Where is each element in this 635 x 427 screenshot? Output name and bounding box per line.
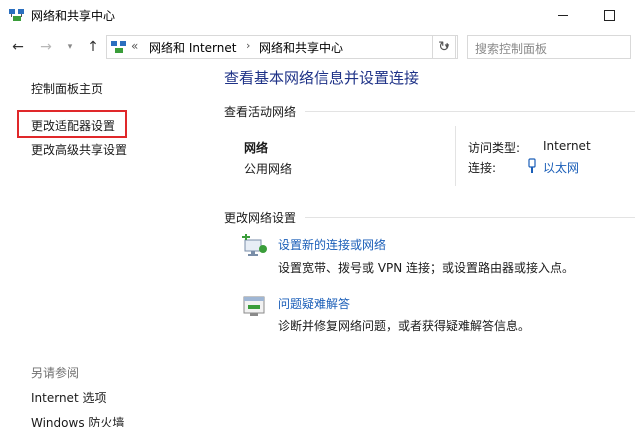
refresh-button[interactable]: ↻ xyxy=(432,35,456,59)
troubleshoot-problems-link[interactable]: 问题疑难解答 xyxy=(278,295,350,312)
breadcrumb-network-sharing-center[interactable]: 网络和共享中心 xyxy=(259,39,343,56)
see-also-heading: 另请参阅 xyxy=(31,366,80,380)
setup-new-connection-link[interactable]: 设置新的连接或网络 xyxy=(278,236,386,253)
back-button[interactable]: ← xyxy=(8,37,28,57)
control-panel-icon xyxy=(111,41,126,53)
access-type-value: Internet xyxy=(543,139,591,153)
page-title: 查看基本网络信息并设置连接 xyxy=(224,69,420,87)
refresh-icon: ↻ xyxy=(438,39,450,55)
maximize-icon xyxy=(603,9,615,21)
window-title: 网络和共享中心 xyxy=(31,9,116,23)
network-sharing-center-icon xyxy=(9,9,24,21)
internet-options-link[interactable]: Internet 选项 xyxy=(31,389,106,406)
ethernet-icon xyxy=(528,158,536,173)
setup-new-connection-description: 设置宽带、拨号或 VPN 连接；或设置路由器或接入点。 xyxy=(278,261,575,275)
maximize-button[interactable] xyxy=(586,0,632,30)
section-divider xyxy=(305,111,635,112)
breadcrumb-separator-icon[interactable]: › xyxy=(246,39,250,52)
chevron-down-icon: ▾ xyxy=(67,42,73,52)
up-button[interactable]: ↑ xyxy=(83,37,103,57)
address-bar[interactable]: « 网络和 Internet › 网络和共享中心 ▾ xyxy=(106,35,458,59)
troubleshoot-icon xyxy=(243,296,265,316)
network-name: 网络 xyxy=(244,141,269,155)
windows-firewall-link[interactable]: Windows 防火墙 xyxy=(31,414,124,427)
navigation-bar: ← → ▾ ↑ « 网络和 Internet › 网络和共享中心 ▾ ↻ 搜索控… xyxy=(0,30,635,63)
forward-button[interactable]: → xyxy=(36,37,56,57)
arrow-left-icon: ← xyxy=(12,39,24,55)
minimize-button[interactable] xyxy=(540,0,586,30)
network-profile[interactable]: 公用网络 xyxy=(244,160,292,177)
section-divider xyxy=(305,217,635,218)
title-bar: 网络和共享中心 xyxy=(0,0,635,30)
network-setup-icon xyxy=(242,234,267,256)
change-advanced-sharing-link[interactable]: 更改高级共享设置 xyxy=(31,141,127,158)
address-overflow-chevron[interactable]: « xyxy=(131,39,138,53)
breadcrumb-network-internet[interactable]: 网络和 Internet xyxy=(149,39,236,56)
control-panel-home-link[interactable]: 控制面板主页 xyxy=(31,80,103,97)
change-adapter-settings-link[interactable]: 更改适配器设置 xyxy=(31,117,115,134)
troubleshoot-problems-description: 诊断并修复网络问题，或者获得疑难解答信息。 xyxy=(278,319,531,333)
minimize-icon xyxy=(558,14,568,16)
ethernet-connection-link[interactable]: 以太网 xyxy=(543,159,579,176)
change-network-settings-heading: 更改网络设置 xyxy=(224,211,297,225)
recent-locations-button[interactable]: ▾ xyxy=(60,37,80,57)
active-networks-heading: 查看活动网络 xyxy=(224,105,297,119)
search-box[interactable]: 搜索控制面板 xyxy=(467,35,631,59)
connection-label: 连接: xyxy=(468,161,497,175)
arrow-right-icon: → xyxy=(40,39,52,55)
search-input[interactable]: 搜索控制面板 xyxy=(475,40,547,57)
access-type-label: 访问类型: xyxy=(468,141,521,155)
vertical-divider xyxy=(455,126,456,186)
arrow-up-icon: ↑ xyxy=(87,39,99,55)
